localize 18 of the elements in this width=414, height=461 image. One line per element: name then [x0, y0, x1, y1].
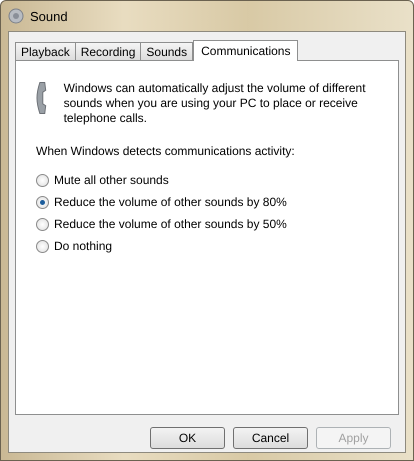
speaker-icon — [8, 8, 24, 24]
tab[interactable]: Recording — [74, 42, 142, 60]
dialog-button[interactable]: Cancel — [233, 427, 308, 449]
radio-button[interactable] — [36, 218, 49, 230]
prompt-label: When Windows detects communications activity: — [36, 144, 296, 158]
window-title: Sound — [30, 8, 68, 24]
tab[interactable]: Playback — [15, 42, 76, 60]
radio-button[interactable] — [36, 240, 49, 252]
tab[interactable]: Communications — [193, 40, 298, 61]
radio-button[interactable] — [36, 174, 49, 186]
description-text: Windows can automatically adjust the volume of different sounds when you are using your PC to place or receive telephone calls. — [64, 81, 367, 126]
option-label[interactable]: Mute all other sounds — [54, 173, 169, 187]
option-label[interactable]: Reduce the volume of other sounds by 80% — [54, 195, 287, 209]
option-label[interactable]: Reduce the volume of other sounds by 50% — [54, 217, 287, 231]
dialog-button[interactable]: OK — [150, 427, 225, 449]
radio-button[interactable] — [36, 196, 49, 208]
tab[interactable]: Sounds — [140, 42, 194, 60]
option-label[interactable]: Do nothing — [54, 239, 112, 253]
